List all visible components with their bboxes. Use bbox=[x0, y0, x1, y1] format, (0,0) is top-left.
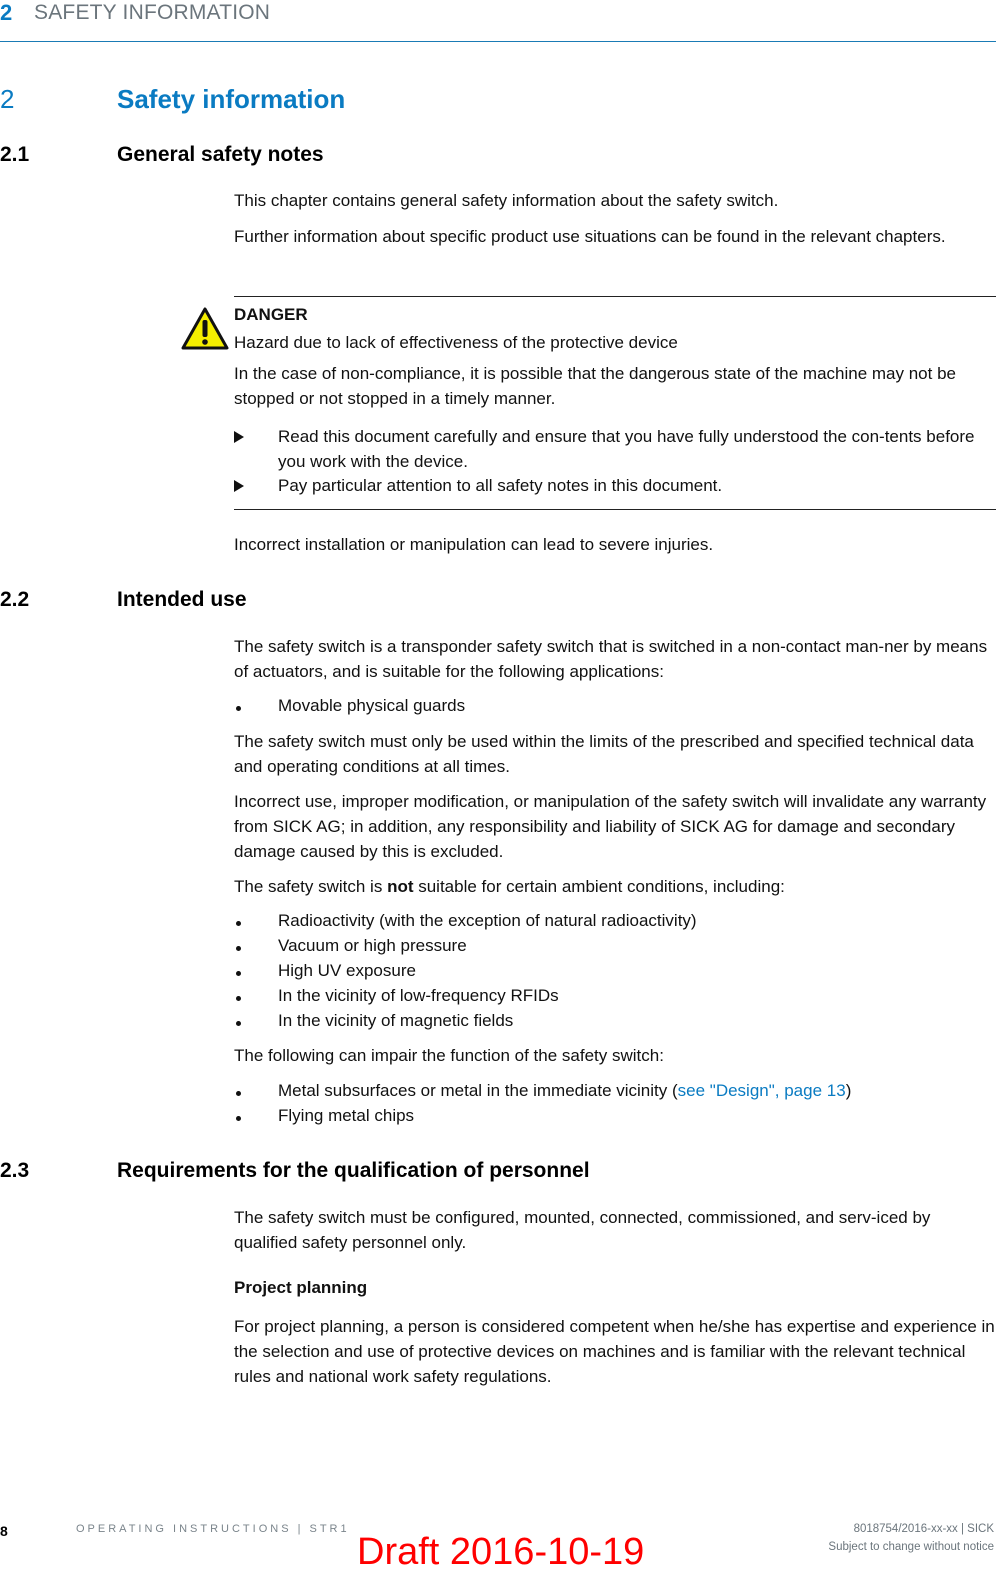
bullet-icon bbox=[236, 996, 241, 1001]
section-number-2-3: 2.3 bbox=[0, 1159, 30, 1182]
list-item: Movable physical guards bbox=[234, 693, 996, 718]
section-title-2-2: Intended use bbox=[117, 588, 247, 611]
paragraph: The safety switch is a transponder safet… bbox=[234, 637, 988, 681]
paragraph: This chapter contains general safety inf… bbox=[234, 191, 779, 210]
warning-triangle-icon bbox=[181, 307, 229, 350]
list-item: Vacuum or high pressure bbox=[234, 933, 996, 958]
draft-watermark: Draft 2016-10-19 bbox=[357, 1531, 645, 1573]
action-item: Pay particular attention to all safety n… bbox=[234, 473, 996, 498]
danger-label: DANGER bbox=[234, 305, 308, 324]
footer-document-id: 8018754/2016-xx-xx | SICK bbox=[853, 1523, 994, 1535]
footer-notice: Subject to change without notice bbox=[828, 1541, 994, 1553]
bullet-icon bbox=[236, 706, 241, 711]
header-chapter-number: 2 bbox=[0, 0, 13, 25]
chapter-title: Safety information bbox=[117, 84, 346, 114]
list-item: High UV exposure bbox=[234, 958, 996, 983]
paragraph: Incorrect installation or manipulation c… bbox=[234, 535, 714, 554]
footer-document-title: OPERATING INSTRUCTIONS | STR1 bbox=[76, 1523, 350, 1535]
running-header: 2 SAFETY INFORMATION bbox=[0, 0, 996, 42]
subheading-project-planning: Project planning bbox=[234, 1278, 368, 1297]
section-number-2-1: 2.1 bbox=[0, 143, 30, 166]
bullet-icon bbox=[236, 971, 241, 976]
action-arrow-icon bbox=[234, 431, 244, 443]
bullet-icon bbox=[236, 921, 241, 926]
paragraph: For project planning, a person is consid… bbox=[234, 1317, 995, 1386]
paragraph: The safety switch must only be used with… bbox=[234, 732, 974, 776]
action-arrow-icon bbox=[234, 480, 244, 492]
page-number: 8 bbox=[0, 1523, 8, 1539]
danger-heading: Hazard due to lack of effectiveness of t… bbox=[234, 333, 678, 352]
design-page-link[interactable]: see "Design", page 13 bbox=[678, 1081, 846, 1100]
paragraph: The following can impair the function of… bbox=[234, 1046, 664, 1065]
paragraph: The safety switch must be configured, mo… bbox=[234, 1208, 931, 1252]
list-item: In the vicinity of magnetic fields bbox=[234, 1008, 996, 1033]
bullet-icon bbox=[236, 1021, 241, 1026]
action-item: Read this document carefully and ensure … bbox=[234, 424, 996, 474]
action-text: Read this document carefully and ensure … bbox=[278, 427, 975, 471]
section-number-2-2: 2.2 bbox=[0, 588, 30, 611]
bullet-icon bbox=[236, 1091, 241, 1096]
section-title-2-3: Requirements for the qualification of pe… bbox=[117, 1159, 590, 1182]
danger-box-top-rule bbox=[234, 296, 996, 297]
danger-text: In the case of non-compliance, it is pos… bbox=[234, 364, 956, 408]
section-title-2-1: General safety notes bbox=[117, 143, 324, 166]
emphasis-not: not bbox=[387, 877, 414, 896]
list-item: Metal subsurfaces or metal in the immedi… bbox=[234, 1078, 996, 1103]
bullet-icon bbox=[236, 946, 241, 951]
paragraph: Incorrect use, improper modification, or… bbox=[234, 792, 987, 861]
header-chapter-title: SAFETY INFORMATION bbox=[34, 1, 271, 24]
danger-box-bottom-rule bbox=[234, 509, 996, 510]
paragraph: The safety switch is not suitable for ce… bbox=[234, 877, 785, 896]
paragraph: Further information about specific produ… bbox=[234, 227, 946, 246]
action-text: Pay particular attention to all safety n… bbox=[278, 476, 723, 495]
list-item: Radioactivity (with the exception of nat… bbox=[234, 908, 996, 933]
list-item: Flying metal chips bbox=[234, 1103, 996, 1128]
bullet-icon bbox=[236, 1116, 241, 1121]
chapter-number: 2 bbox=[0, 84, 15, 114]
list-item: In the vicinity of low-frequency RFIDs bbox=[234, 983, 996, 1008]
